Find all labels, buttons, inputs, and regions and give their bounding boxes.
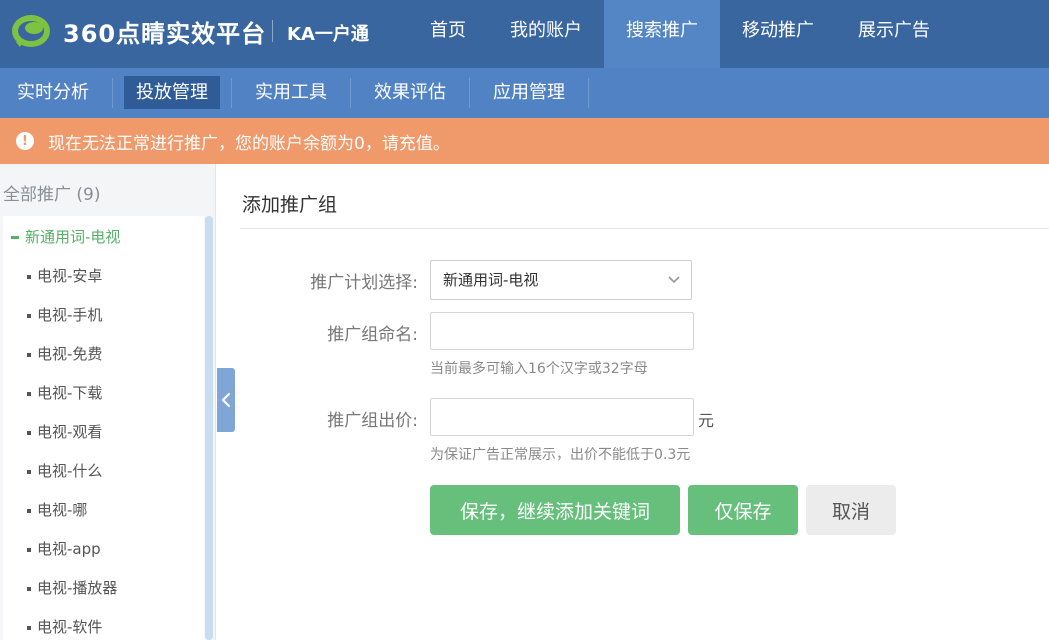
- group-label: 电视-免费: [37, 345, 103, 363]
- group-label: 电视-什么: [37, 462, 103, 480]
- campaign-tree: 新通用词-电视 电视-安卓 电视-手机 电视-免费 电视-下载 电视-观看 电视…: [3, 216, 204, 640]
- group-bid-label: 推广组出价:: [327, 411, 418, 431]
- group-label: 电视-安卓: [37, 267, 103, 285]
- plan-select-label: 推广计划选择:: [310, 273, 418, 293]
- group-label: 电视-观看: [37, 423, 103, 441]
- group-name-input[interactable]: [430, 312, 694, 350]
- group-bid-hint: 为保证广告正常展示，出价不能低于0.3元: [430, 447, 691, 463]
- subnav-effect-evaluation[interactable]: 效果评估: [357, 68, 463, 118]
- logo-icon[interactable]: [10, 12, 52, 50]
- tree-group-item[interactable]: 电视-安卓: [27, 265, 102, 286]
- collapse-minus-icon[interactable]: [11, 236, 19, 239]
- main-nav: 首页 我的账户 搜索推广 移动推广 展示广告: [408, 0, 952, 68]
- bullet-icon: [27, 469, 31, 474]
- bullet-icon: [27, 508, 31, 513]
- tree-group-item[interactable]: 电视-app: [27, 538, 101, 559]
- chevron-left-icon: [221, 392, 231, 408]
- group-label: 电视-软件: [37, 618, 103, 636]
- nav-my-account[interactable]: 我的账户: [488, 0, 604, 68]
- group-bid-input[interactable]: [430, 398, 694, 436]
- subnav-label: 投放管理: [124, 76, 220, 109]
- sub-nav: 实时分析 投放管理 实用工具 效果评估 应用管理: [0, 68, 1049, 118]
- sidebar: 全部推广 (9) 新通用词-电视 电视-安卓 电视-手机 电视-免费 电视-下载…: [0, 164, 216, 640]
- tree-group-item[interactable]: 电视-软件: [27, 616, 102, 637]
- page-title: 添加推广组: [242, 194, 338, 216]
- tree-group-item[interactable]: 电视-哪: [27, 499, 87, 520]
- tree-group-item[interactable]: 电视-观看: [27, 421, 102, 442]
- tree-group-item[interactable]: 电视-什么: [27, 460, 102, 481]
- nav-display-ads[interactable]: 展示广告: [836, 0, 952, 68]
- subnav-campaign-management[interactable]: 投放管理: [119, 68, 225, 118]
- tree-plan-item[interactable]: 新通用词-电视: [11, 226, 120, 247]
- plan-select[interactable]: 新通用词-电视: [430, 260, 692, 300]
- plan-select-value: 新通用词-电视: [443, 271, 539, 289]
- all-campaigns-link[interactable]: 全部推广 (9): [3, 180, 100, 205]
- alert-circle-icon: !: [16, 132, 34, 150]
- bullet-icon: [27, 625, 31, 630]
- save-only-button[interactable]: 仅保存: [688, 485, 798, 535]
- subnav-divider: [469, 78, 470, 108]
- top-bar: 360点睛实效平台 KA一户通 首页 我的账户 搜索推广 移动推广 展示广告: [0, 0, 1049, 68]
- group-label: 电视-播放器: [37, 579, 118, 597]
- group-label: 电视-app: [37, 540, 101, 558]
- subnav-label: 应用管理: [493, 82, 565, 103]
- group-label: 电视-手机: [37, 306, 103, 324]
- bullet-icon: [27, 352, 31, 357]
- sidebar-collapse-button[interactable]: [217, 368, 235, 432]
- cancel-button[interactable]: 取消: [806, 485, 896, 535]
- bid-unit: 元: [698, 411, 715, 430]
- bullet-icon: [27, 586, 31, 591]
- subnav-app-management[interactable]: 应用管理: [476, 68, 582, 118]
- tree-group-item[interactable]: 电视-播放器: [27, 577, 117, 598]
- brand-divider: [272, 20, 273, 42]
- brand-name: 360点睛实效平台: [63, 20, 267, 48]
- tree-group-item[interactable]: 电视-下载: [27, 382, 102, 403]
- bullet-icon: [27, 274, 31, 279]
- subnav-divider: [350, 78, 351, 108]
- bullet-icon: [27, 547, 31, 552]
- subnav-divider: [112, 78, 113, 108]
- group-label: 电视-哪: [37, 501, 88, 519]
- nav-mobile-promotion[interactable]: 移动推广: [720, 0, 836, 68]
- subnav-label: 实时分析: [17, 82, 89, 103]
- bullet-icon: [27, 313, 31, 318]
- sidebar-scrollbar[interactable]: [205, 216, 213, 640]
- subnav-divider: [231, 78, 232, 108]
- subnav-divider: [588, 78, 589, 108]
- subnav-realtime-analysis[interactable]: 实时分析: [0, 68, 106, 118]
- group-label: 电视-下载: [37, 384, 103, 402]
- bullet-icon: [27, 430, 31, 435]
- group-name-hint: 当前最多可输入16个汉字或32字母: [430, 361, 648, 377]
- title-divider: [240, 228, 1049, 229]
- subnav-tools[interactable]: 实用工具: [238, 68, 344, 118]
- nav-search-promotion[interactable]: 搜索推广: [604, 0, 720, 68]
- subnav-label: 效果评估: [374, 82, 446, 103]
- tree-group-item[interactable]: 电视-免费: [27, 343, 102, 364]
- save-continue-button[interactable]: 保存，继续添加关键词: [430, 485, 680, 535]
- balance-alert: ! 现在无法正常进行推广，您的账户余额为0，请充值。: [0, 118, 1049, 164]
- plan-label: 新通用词-电视: [25, 228, 121, 246]
- alert-text: 现在无法正常进行推广，您的账户余额为0，请充值。: [48, 133, 450, 154]
- subnav-label: 实用工具: [255, 82, 327, 103]
- group-name-label: 推广组命名:: [327, 325, 418, 345]
- bullet-icon: [27, 391, 31, 396]
- chevron-down-icon: [668, 276, 680, 284]
- tree-group-item[interactable]: 电视-手机: [27, 304, 102, 325]
- product-name: KA一户通: [287, 24, 369, 45]
- nav-home[interactable]: 首页: [408, 0, 488, 68]
